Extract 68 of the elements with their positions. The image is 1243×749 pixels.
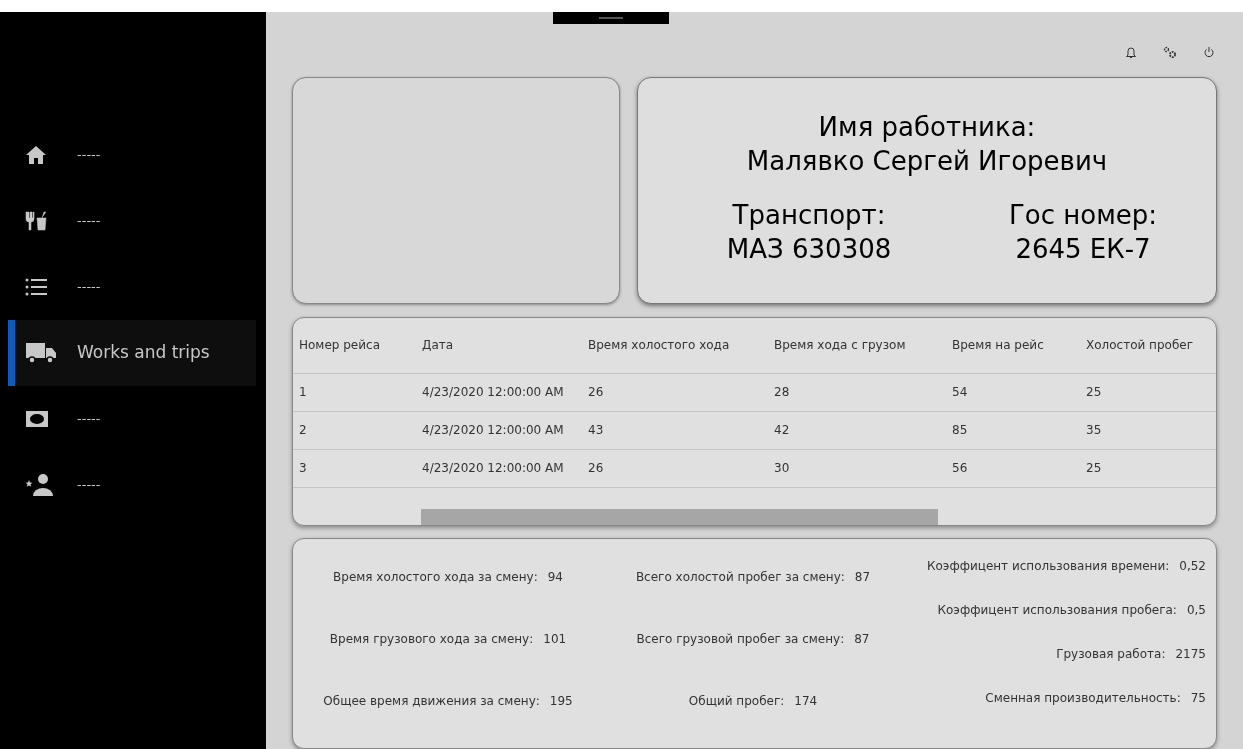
table-cell-text: 56	[952, 460, 969, 478]
worker-name: Малявко Сергей Игоревич	[746, 144, 1108, 178]
stat-label: Коэффицент использования пробега:	[937, 601, 1177, 619]
table-cell-text: 35	[1086, 422, 1103, 440]
plate-label: Гос номер:	[1009, 198, 1158, 232]
stat-value: 101	[543, 630, 567, 648]
home-icon	[25, 145, 47, 165]
settings-icon[interactable]	[1163, 45, 1177, 59]
table-cell-text: 43	[588, 422, 605, 440]
table-cell-text: 3	[299, 460, 308, 478]
table-cell-text: 4/23/2020 12:00:00 AM	[422, 384, 565, 402]
table-cell-text: 4/23/2020 12:00:00 AM	[422, 460, 565, 478]
column-header: Холостой пробег	[1086, 337, 1194, 355]
stat-value: 94	[547, 568, 563, 586]
transport-value: МАЗ 630308	[726, 232, 892, 266]
truck-icon	[25, 342, 57, 364]
table-cell-text: 2	[299, 422, 308, 440]
banknote-icon	[25, 410, 49, 428]
transport-label: Транспорт:	[732, 198, 886, 232]
table-cell-text: 1	[299, 384, 308, 402]
stat-value: 174	[794, 692, 818, 710]
sidebar-item[interactable]: -----	[8, 452, 256, 518]
stat-label: Грузовая работа:	[1056, 645, 1166, 663]
sidebar-item[interactable]: -----	[8, 386, 256, 452]
stat-value: 0,5	[1186, 601, 1206, 619]
column-header: Время холостого хода	[588, 337, 731, 355]
table-cell-text: 85	[952, 422, 969, 440]
sidebar-item[interactable]: -----	[8, 254, 256, 320]
fork-and-cup-icon	[25, 211, 49, 231]
plate-value: 2645 ЕК-7	[1015, 232, 1151, 266]
stat-value: 2175	[1175, 645, 1206, 663]
table-cell-text: 54	[952, 384, 969, 402]
table-cell-text: 30	[774, 460, 791, 478]
table-cell-text: 26	[588, 460, 605, 478]
column-header: Дата	[422, 337, 455, 355]
stat-label: Общее время движения за смену:	[323, 692, 540, 710]
name-label: Имя работника:	[818, 110, 1036, 144]
stat-value: 0,52	[1179, 557, 1206, 575]
stat-label: Общий пробег:	[688, 692, 785, 710]
table-cell-text: 42	[774, 422, 791, 440]
stat-value: 75	[1190, 689, 1206, 707]
scrollbar-thumb[interactable]	[421, 508, 938, 525]
stat-label: Коэффицент использования времени:	[926, 557, 1170, 575]
column-header: Время на рейс	[952, 337, 1045, 355]
person-star-icon	[25, 473, 55, 497]
table-cell-text: 26	[588, 384, 605, 402]
sidebar-item[interactable]: Works and trips	[8, 320, 256, 386]
bell-icon[interactable]	[1125, 45, 1137, 59]
table-cell-text: 28	[774, 384, 791, 402]
stat-label: Сменная производительность:	[985, 689, 1181, 707]
top-handle[interactable]	[553, 12, 669, 24]
table-cell-text: 4/23/2020 12:00:00 AM	[422, 422, 565, 440]
table-cell-text: 25	[1086, 460, 1103, 478]
power-icon[interactable]	[1203, 45, 1215, 59]
stat-label: Всего холостой пробег за смену:	[635, 568, 845, 586]
table-cell-text: 25	[1086, 384, 1103, 402]
stat-value: 195	[549, 692, 573, 710]
selection-indicator	[8, 320, 15, 386]
stat-value: 87	[854, 630, 870, 648]
stat-value: 87	[854, 568, 871, 586]
sidebar-item[interactable]: -----	[8, 122, 256, 188]
list-icon	[25, 278, 47, 296]
column-header: Время хода с грузом	[774, 337, 907, 355]
stat-label: Время холостого хода за смену:	[333, 568, 538, 586]
column-header: Номер рейса	[299, 337, 381, 355]
stat-label: Всего грузовой пробег за смену:	[636, 630, 845, 648]
sidebar-item[interactable]: -----	[8, 188, 256, 254]
stat-label: Время грузового хода за смену:	[329, 630, 534, 648]
